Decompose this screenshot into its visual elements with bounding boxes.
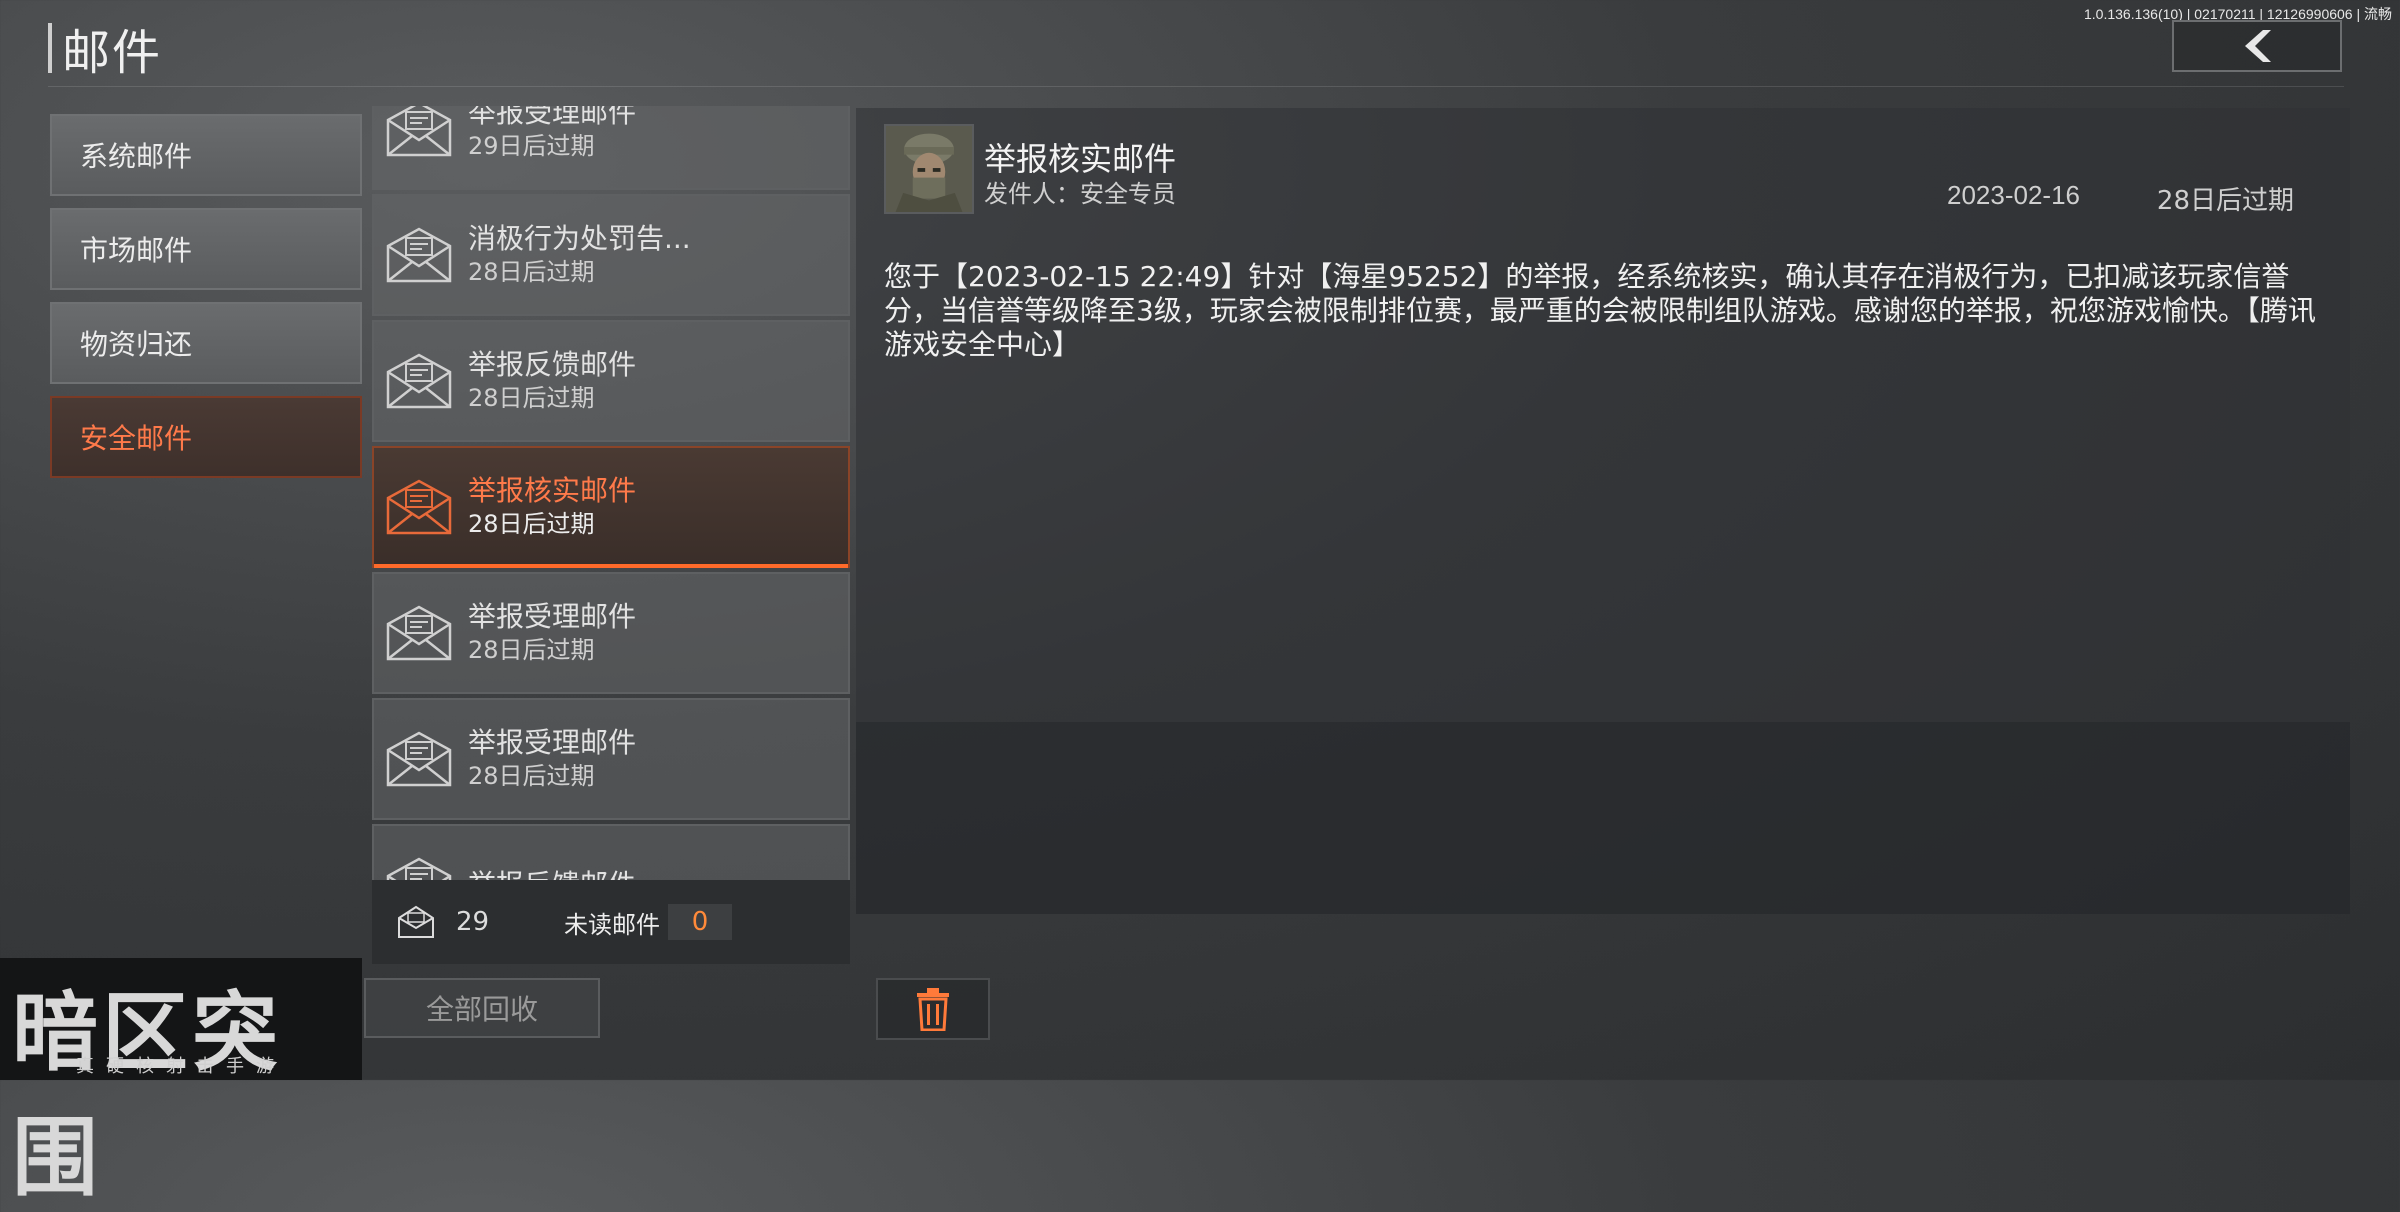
- mail-item-expiry: 28日后过期: [468, 510, 595, 538]
- mail-list-item[interactable]: 举报反馈邮件 28日后过期: [372, 320, 850, 442]
- sidebar-item-system-mail[interactable]: 系统邮件: [50, 114, 362, 196]
- mail-item-texts: 举报受理邮件 28日后过期: [468, 726, 636, 792]
- mail-item-expiry: 28日后过期: [468, 636, 595, 664]
- mail-stats-bar: 29 未读邮件 0: [372, 880, 850, 964]
- mail-category-sidebar: 系统邮件 市场邮件 物资归还 安全邮件: [50, 114, 362, 490]
- envelope-icon: [386, 605, 452, 661]
- game-logo-title: 暗区突围: [12, 983, 282, 1208]
- back-button[interactable]: [2172, 20, 2342, 72]
- mail-list-item[interactable]: 举报受理邮件 28日后过期: [372, 572, 850, 694]
- mail-item-texts: 举报核实邮件 28日后过期: [468, 474, 636, 540]
- reclaim-all-button[interactable]: 全部回收: [364, 978, 600, 1038]
- mail-detail-panel: 举报核实邮件 发件人：安全专员 2023-02-16 28日后过期 您于【202…: [856, 108, 2350, 914]
- mail-item-texts: 举报反馈邮件: [468, 868, 636, 880]
- mail-item-texts: 举报受理邮件 29日后过期: [468, 106, 636, 162]
- mail-date: 2023-02-16: [1947, 180, 2080, 210]
- delete-mail-button[interactable]: [876, 978, 990, 1040]
- mail-item-title: 举报反馈邮件: [468, 868, 636, 880]
- mail-list-item[interactable]: 消极行为处罚告... 28日后过期: [372, 194, 850, 316]
- mail-item-title: 消极行为处罚告...: [468, 222, 691, 255]
- mail-item-title: 举报受理邮件: [468, 106, 637, 129]
- mail-item-title: 举报受理邮件: [468, 600, 637, 633]
- mail-item-texts: 举报受理邮件 28日后过期: [468, 600, 636, 666]
- mail-item-title: 举报反馈邮件: [468, 348, 637, 381]
- envelope-icon: [386, 106, 452, 157]
- mail-list-scroll: 举报受理邮件 29日后过期 消极行为处罚告... 28日后过期 举报反馈邮件 28日后过期…: [372, 106, 850, 880]
- soldier-avatar-icon: [886, 126, 972, 212]
- mail-list[interactable]: 举报受理邮件 29日后过期 消极行为处罚告... 28日后过期 举报反馈邮件 28日后过期…: [372, 106, 850, 880]
- mail-item-title: 举报核实邮件: [468, 474, 637, 507]
- mailbox-icon: [398, 905, 434, 938]
- mail-list-item[interactable]: 举报反馈邮件: [372, 824, 850, 880]
- sidebar-item-supply-return[interactable]: 物资归还: [50, 302, 362, 384]
- mail-list-item[interactable]: 举报受理邮件 29日后过期: [372, 106, 850, 190]
- mail-detail-lower-area: [856, 722, 2350, 914]
- sidebar-item-security-mail[interactable]: 安全邮件: [50, 396, 362, 478]
- chevron-left-icon: [2245, 30, 2271, 62]
- envelope-icon: [386, 857, 452, 880]
- game-logo-slogan: 真硬核射击手游: [76, 1056, 286, 1077]
- mail-item-expiry: 28日后过期: [468, 762, 595, 790]
- mail-sender: 发件人：安全专员: [984, 180, 1176, 208]
- trash-icon: [917, 988, 949, 1031]
- mail-item-expiry: 28日后过期: [468, 258, 595, 286]
- unread-label: 未读邮件: [564, 910, 660, 939]
- mail-expiry: 28日后过期: [2156, 186, 2294, 216]
- unread-count-badge: 0: [668, 904, 732, 940]
- game-logo: 暗区突围 真硬核射击手游: [0, 958, 362, 1208]
- mail-item-expiry: 28日后过期: [468, 384, 595, 412]
- envelope-icon: [386, 731, 452, 787]
- total-mail-count: 29: [456, 907, 490, 937]
- title-bar-decoration: [48, 23, 52, 73]
- mail-list-item[interactable]: 举报受理邮件 28日后过期: [372, 698, 850, 820]
- mail-item-texts: 消极行为处罚告... 28日后过期: [468, 222, 691, 288]
- page-title-text: 邮件: [62, 25, 163, 81]
- mail-item-title: 举报受理邮件: [468, 726, 637, 759]
- envelope-icon: [386, 479, 452, 535]
- envelope-icon: [386, 353, 452, 409]
- page-title: 邮件: [48, 18, 162, 81]
- mail-body: 您于【2023-02-15 22:49】针对【海星95252】的举报，经系统核实…: [884, 260, 2316, 361]
- header-divider: [48, 86, 2344, 87]
- sender-avatar: [884, 124, 974, 214]
- sidebar-item-market-mail[interactable]: 市场邮件: [50, 208, 362, 290]
- mail-list-item[interactable]: 举报核实邮件 28日后过期: [372, 446, 850, 568]
- mail-item-expiry: 29日后过期: [468, 132, 595, 160]
- envelope-icon: [386, 227, 452, 283]
- mail-item-texts: 举报反馈邮件 28日后过期: [468, 348, 636, 414]
